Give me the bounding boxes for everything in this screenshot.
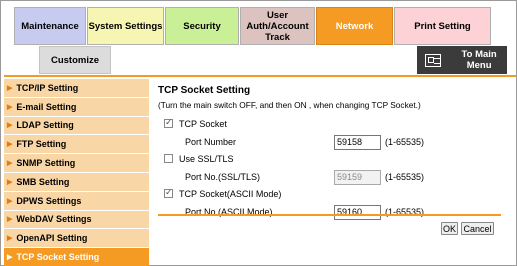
use-ssl-row: Use SSL/TLS <box>158 152 510 165</box>
tab-system-settings-label: System Settings <box>88 20 163 32</box>
arrow-right-icon: ▶ <box>7 254 13 262</box>
tab-print-setting-label: Print Setting <box>414 20 471 32</box>
sidebar-item-tcp-ip-setting[interactable]: ▶ TCP/IP Setting <box>4 79 149 98</box>
content-divider <box>158 214 501 216</box>
arrow-right-icon: ▶ <box>7 160 13 168</box>
port-ascii-input[interactable] <box>334 204 381 220</box>
sidebar-item-label: LDAP Setting <box>16 120 74 131</box>
tab-user-auth-account-track[interactable]: User Auth/Account Track <box>240 7 315 45</box>
tab-network[interactable]: Network <box>316 7 393 45</box>
sidebar-item-dpws-settings[interactable]: ▶ DPWS Settings <box>4 191 149 211</box>
sidebar-item-tcp-socket-setting[interactable]: ▶ TCP Socket Setting <box>4 248 149 266</box>
use-ssl-tls-checkbox[interactable] <box>164 154 173 163</box>
sidebar-item-label: TCP/IP Setting <box>16 82 79 93</box>
tcp-socket-ascii-label: TCP Socket(ASCII Mode) <box>179 188 282 199</box>
page-title: TCP Socket Setting <box>158 85 251 96</box>
arrow-right-icon: ▶ <box>7 235 13 243</box>
sidebar-item-openapi-setting[interactable]: ▶ OpenAPI Setting <box>4 229 149 249</box>
instruction-note: (Turn the main switch OFF, and then ON ,… <box>158 100 421 110</box>
tab-print-setting[interactable]: Print Setting <box>394 7 491 45</box>
port-number-label: Port Number <box>185 137 237 147</box>
tab-network-label: Network <box>335 20 374 32</box>
sidebar-item-ftp-setting[interactable]: ▶ FTP Setting <box>4 135 149 155</box>
tab-user-auth-label: User Auth/Account Track <box>246 9 309 43</box>
sidebar-item-label: SNMP Setting <box>16 158 76 169</box>
tab-security-label: Security <box>183 20 221 32</box>
arrow-right-icon: ▶ <box>7 197 13 205</box>
to-main-menu-label: To Main Menu <box>461 49 497 71</box>
sidebar-item-label: E-mail Setting <box>16 101 77 112</box>
to-main-menu-button[interactable]: To Main Menu <box>417 46 507 74</box>
sidebar-item-label: WebDAV Settings <box>16 214 92 225</box>
window-frame: Maintenance System Settings Security Use… <box>0 0 517 266</box>
port-ascii-row: Port No.(ASCII Mode) (1-65535) <box>158 203 510 221</box>
sidebar-item-smb-setting[interactable]: ▶ SMB Setting <box>4 172 149 192</box>
tcp-socket-checkbox[interactable] <box>164 117 173 128</box>
ok-button[interactable]: OK <box>441 222 458 235</box>
sidebar-item-label: SMB Setting <box>16 176 70 187</box>
tab-customize[interactable]: Customize <box>39 46 111 74</box>
tab-maintenance-label: Maintenance <box>21 20 79 32</box>
arrow-right-icon: ▶ <box>7 84 13 92</box>
arrow-right-icon: ▶ <box>7 141 13 149</box>
tab-customize-label: Customize <box>50 54 100 66</box>
tcp-socket-label: TCP Socket <box>179 118 227 129</box>
tcp-socket-ascii-checkbox[interactable] <box>164 187 173 198</box>
sidebar-item-ldap-setting[interactable]: ▶ LDAP Setting <box>4 116 149 136</box>
main-content: TCP Socket Setting (Turn the main switch… <box>158 85 510 222</box>
tab-maintenance[interactable]: Maintenance <box>14 7 86 45</box>
port-number-row: Port Number (1-65535) <box>158 133 510 151</box>
header-divider <box>4 75 516 77</box>
sidebar: ▶ TCP/IP Setting ▶ E-mail Setting ▶ LDAP Se… <box>4 79 149 266</box>
sidebar-item-label: TCP Socket Setting <box>16 252 100 263</box>
sidebar-item-email-setting[interactable]: ▶ E-mail Setting <box>4 97 149 117</box>
tcp-socket-ascii-row: TCP Socket(ASCII Mode) <box>158 187 510 200</box>
arrow-right-icon: ▶ <box>7 178 13 186</box>
arrow-right-icon: ▶ <box>7 216 13 224</box>
tcp-socket-row: TCP Socket <box>158 117 510 130</box>
port-ssl-row: Port No.(SSL/TLS) (1-65535) <box>158 168 510 186</box>
main-menu-icon <box>425 53 442 67</box>
cancel-button[interactable]: Cancel <box>461 222 494 235</box>
use-ssl-tls-label: Use SSL/TLS <box>179 153 234 164</box>
tab-system-settings[interactable]: System Settings <box>87 7 164 45</box>
port-ssl-input <box>334 169 381 185</box>
port-number-range: (1-65535) <box>385 137 425 147</box>
sidebar-item-label: FTP Setting <box>16 139 67 150</box>
sidebar-item-label: OpenAPI Setting <box>16 233 88 244</box>
arrow-right-icon: ▶ <box>7 103 13 111</box>
arrow-right-icon: ▶ <box>7 122 13 130</box>
sidebar-item-snmp-setting[interactable]: ▶ SNMP Setting <box>4 154 149 173</box>
port-ssl-range: (1-65535) <box>385 172 425 182</box>
port-number-input[interactable] <box>334 134 381 150</box>
sidebar-item-label: DPWS Settings <box>16 195 82 206</box>
sidebar-item-webdav-settings[interactable]: ▶ WebDAV Settings <box>4 210 149 230</box>
port-ssl-label: Port No.(SSL/TLS) <box>185 172 261 182</box>
tab-security[interactable]: Security <box>165 7 239 45</box>
